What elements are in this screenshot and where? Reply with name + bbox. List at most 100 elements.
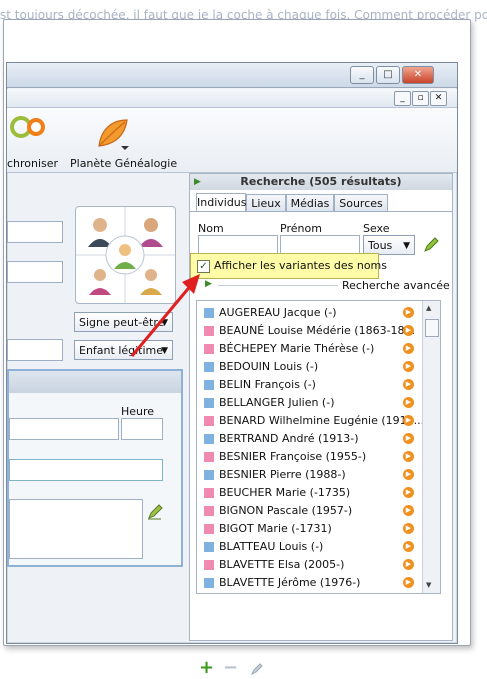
text-field[interactable] (7, 221, 63, 243)
place-field[interactable] (9, 459, 163, 481)
list-item[interactable]: BELIN François (-) ▶ (197, 376, 421, 394)
list-item[interactable]: BEUCHER Marie (-1735) ▶ (197, 484, 421, 502)
list-item[interactable]: BLAVETTE Elsa (2005-) ▶ (197, 556, 421, 574)
list-item-name: BEAUNÉ Louise Médérie (1863-18... (219, 324, 416, 337)
list-item[interactable]: BLAVETTE Jérôme (1976-) ▶ (197, 574, 421, 592)
open-arrow-icon[interactable]: ▶ (403, 397, 414, 408)
minimize-button[interactable]: _ (350, 66, 374, 84)
list-item-name: BESNIER Pierre (1988-) (219, 468, 346, 481)
open-arrow-icon[interactable]: ▶ (403, 505, 414, 516)
list-item[interactable]: BÉCHEPEY Marie Thérèse (-) ▶ (197, 340, 421, 358)
eraser-icon[interactable] (422, 236, 440, 257)
sexe-label: Sexe (363, 222, 390, 235)
open-arrow-icon[interactable]: ▶ (403, 325, 414, 336)
list-item-name: BIGOT Marie (-1731) (219, 522, 332, 535)
list-scrollbar[interactable]: ▲ ▼ (422, 301, 440, 593)
list-item-name: BENARD Wilhelmine Eugénie (1914... (219, 414, 425, 427)
female-icon (204, 560, 214, 570)
planete-genealogie-label[interactable]: Planète Généalogie (70, 157, 177, 170)
note-field[interactable] (9, 499, 143, 559)
open-arrow-icon[interactable]: ▶ (403, 577, 414, 588)
text-field[interactable] (7, 339, 63, 361)
tab-divider (190, 211, 452, 212)
sync-icon[interactable] (7, 113, 45, 141)
open-arrow-icon[interactable]: ▶ (403, 361, 414, 372)
edit-pencil-icon[interactable] (147, 504, 163, 523)
open-arrow-icon[interactable]: ▶ (403, 541, 414, 552)
female-icon (204, 488, 214, 498)
date-field[interactable] (9, 418, 119, 440)
list-item[interactable]: BESNIER Françoise (1955-) ▶ (197, 448, 421, 466)
list-item-name: BELIN François (-) (219, 378, 316, 391)
mdi-restore-button[interactable]: ▫ (412, 91, 429, 106)
heure-label: Heure (121, 405, 155, 418)
tab-lieux[interactable]: Lieux (246, 194, 286, 212)
open-arrow-icon[interactable]: ▶ (403, 415, 414, 426)
open-arrow-icon[interactable]: ▶ (403, 307, 414, 318)
male-icon (204, 398, 214, 408)
scroll-down-icon[interactable]: ▼ (426, 581, 431, 589)
open-arrow-icon[interactable]: ▶ (403, 559, 414, 570)
list-item[interactable]: BELLANGER Julien (-) ▶ (197, 394, 421, 412)
open-arrow-icon[interactable]: ▶ (403, 433, 414, 444)
list-item[interactable]: BERTRAND André (1913-) ▶ (197, 430, 421, 448)
red-arrow-annotation (130, 274, 200, 357)
list-item-name: BEUCHER Marie (-1735) (219, 486, 351, 499)
heure-field[interactable] (121, 418, 163, 440)
mdi-minimize-button[interactable]: _ (394, 91, 411, 106)
list-item-name: BLAVETTE Elsa (2005-) (219, 558, 345, 571)
list-item-name: BÉCHEPEY Marie Thérèse (-) (219, 342, 375, 355)
results-list: AUGEREAU Jacque (-) ▶ BEAUNÉ Louise Médéri… (196, 300, 441, 594)
variants-option[interactable]: ✓ Afficher les variantes des noms (190, 253, 387, 279)
remove-icon[interactable]: − (223, 659, 238, 677)
add-icon[interactable]: + (199, 659, 214, 677)
list-item-name: BESNIER Françoise (1955-) (219, 450, 367, 463)
list-item[interactable]: BIGOT Marie (-1731) ▶ (197, 520, 421, 538)
variants-label: Afficher les variantes des noms (214, 259, 387, 272)
list-item[interactable]: BENARD Wilhelmine Eugénie (1914... ▶ (197, 412, 425, 430)
mdi-close-button[interactable]: ✕ (430, 91, 447, 106)
list-item[interactable]: BLATTEAU Louis (-) ▶ (197, 538, 421, 556)
open-arrow-icon[interactable]: ▶ (403, 379, 414, 390)
chevron-down-icon: ▼ (403, 241, 410, 251)
close-button[interactable]: ✕ (402, 66, 434, 84)
open-arrow-icon[interactable]: ▶ (403, 523, 414, 534)
open-arrow-icon[interactable]: ▶ (403, 469, 414, 480)
open-arrow-icon[interactable]: ▶ (403, 343, 414, 354)
maximize-button[interactable]: □ (376, 66, 400, 84)
female-icon (204, 524, 214, 534)
subpanel-header (9, 371, 181, 393)
list-item[interactable]: BESNIER Pierre (1988-) ▶ (197, 466, 421, 484)
window-titlebar: _ □ ✕ (7, 63, 457, 88)
text-field[interactable] (7, 261, 63, 283)
male-icon (204, 434, 214, 444)
sexe-select[interactable]: Tous ▼ (363, 235, 415, 255)
list-item-name: BEDOUIN Louis (-) (219, 360, 319, 373)
planete-genealogie-icon[interactable] (95, 116, 131, 152)
male-icon (204, 470, 214, 480)
edit-icon[interactable] (250, 662, 264, 679)
app-window: _ □ ✕ _ ▫ ✕ chroniser Planète Généalogie (6, 62, 458, 677)
tab-individus[interactable]: Individus (196, 193, 247, 212)
expand-arrow-icon[interactable]: ▶ (194, 177, 201, 187)
list-item-name: BLATTEAU Louis (-) (219, 540, 324, 553)
list-item-name: BIGNON Pascale (1957-) (219, 504, 353, 517)
list-item[interactable]: BIGNON Pascale (1957-) ▶ (197, 502, 421, 520)
male-icon (204, 542, 214, 552)
nom-label: Nom (198, 222, 224, 235)
advanced-search-label[interactable]: Recherche avancée (342, 279, 450, 292)
open-arrow-icon[interactable]: ▶ (403, 451, 414, 462)
tab-medias[interactable]: Médias (286, 194, 334, 212)
list-item[interactable]: BEAUNÉ Louise Médérie (1863-18... ▶ (197, 322, 421, 340)
list-item[interactable]: BEDOUIN Louis (-) ▶ (197, 358, 421, 376)
sync-label[interactable]: chroniser (7, 157, 58, 170)
tab-sources[interactable]: Sources (334, 194, 388, 212)
list-item-name: BLAVETTE Jérôme (1976-) (219, 576, 361, 589)
list-item[interactable]: AUGEREAU Jacque (-) ▶ (197, 304, 421, 322)
prenom-label: Prénom (280, 222, 322, 235)
scroll-thumb[interactable] (425, 319, 439, 337)
open-arrow-icon[interactable]: ▶ (403, 487, 414, 498)
list-item-name: AUGEREAU Jacque (-) (219, 306, 337, 319)
scroll-up-icon[interactable]: ▲ (426, 304, 431, 312)
female-icon (204, 416, 214, 426)
